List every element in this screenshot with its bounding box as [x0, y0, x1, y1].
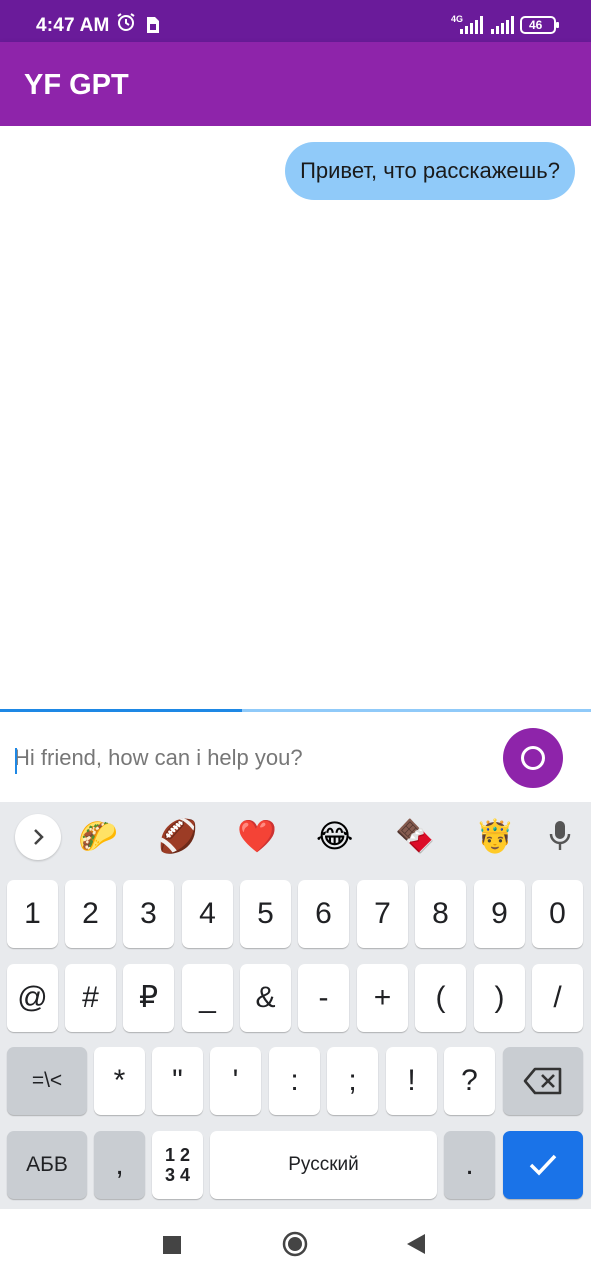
back-icon[interactable]	[406, 1233, 426, 1260]
record-icon	[521, 746, 545, 770]
symbols-page-top: 1 2	[164, 1145, 191, 1165]
key-close-paren[interactable]: )	[474, 964, 525, 1032]
chat-list[interactable]: Привет, что расскажешь?	[0, 126, 591, 710]
key-question[interactable]: ?	[444, 1047, 495, 1115]
key-2[interactable]: 2	[65, 880, 116, 948]
app-title: YF GPT	[24, 69, 129, 101]
key-double-quote[interactable]: "	[152, 1047, 203, 1115]
key-comma[interactable]: ,	[94, 1131, 145, 1199]
key-underscore[interactable]: _	[182, 964, 233, 1032]
key-hash[interactable]: #	[65, 964, 116, 1032]
key-6[interactable]: 6	[298, 880, 349, 948]
key-plus[interactable]: +	[357, 964, 408, 1032]
text-cursor	[15, 748, 17, 774]
user-message-bubble: Привет, что расскажешь?	[285, 142, 575, 200]
signal-icon	[458, 16, 484, 39]
suggestion-strip: 🌮 🏈 ❤️ 😂 🍫 🤴	[0, 802, 591, 872]
suggestion-emoji[interactable]: 🤴	[475, 816, 515, 856]
suggestion-emoji[interactable]: 🍫	[395, 816, 435, 856]
language-switch-key[interactable]: АБВ	[7, 1131, 87, 1199]
expand-button[interactable]	[15, 814, 61, 860]
key-8[interactable]: 8	[415, 880, 466, 948]
message-input-row	[0, 712, 591, 802]
key-single-quote[interactable]: '	[210, 1047, 261, 1115]
key-minus[interactable]: -	[298, 964, 349, 1032]
microphone-icon[interactable]	[548, 820, 572, 857]
symbols-page-bottom: 3 4	[164, 1165, 191, 1185]
backspace-icon	[523, 1067, 562, 1095]
chevron-right-icon	[34, 829, 44, 845]
key-0[interactable]: 0	[532, 880, 583, 948]
key-at[interactable]: @	[7, 964, 58, 1032]
message-input[interactable]	[14, 740, 484, 776]
key-open-paren[interactable]: (	[415, 964, 466, 1032]
battery-level: 46	[529, 18, 543, 32]
key-semicolon[interactable]: ;	[327, 1047, 378, 1115]
app-bar: YF GPT	[0, 42, 591, 126]
navigation-bar	[0, 1209, 591, 1280]
sim-icon	[146, 16, 160, 39]
key-1[interactable]: 1	[7, 880, 58, 948]
symbols-page-key[interactable]: 1 2 3 4	[152, 1131, 203, 1199]
backspace-key[interactable]	[503, 1047, 583, 1115]
suggestion-emoji[interactable]: 🌮	[78, 816, 118, 856]
signal-icon	[489, 16, 515, 39]
space-key[interactable]: Русский	[210, 1131, 437, 1199]
keyboard: 🌮 🏈 ❤️ 😂 🍫 🤴 1 2 3 4 5 6 7 8 9 0 @ # ₽ _…	[0, 802, 591, 1209]
status-time: 4:47 AM	[36, 15, 110, 36]
key-exclamation[interactable]: !	[386, 1047, 437, 1115]
more-symbols-key[interactable]: =\<	[7, 1047, 87, 1115]
status-bar: 4:47 AM 4G 46	[0, 0, 591, 42]
record-button[interactable]	[503, 728, 563, 788]
key-ampersand[interactable]: &	[240, 964, 291, 1032]
recents-icon[interactable]	[163, 1236, 181, 1259]
home-icon[interactable]	[282, 1231, 308, 1262]
key-5[interactable]: 5	[240, 880, 291, 948]
key-9[interactable]: 9	[474, 880, 525, 948]
key-slash[interactable]: /	[532, 964, 583, 1032]
suggestion-emoji[interactable]: ❤️	[237, 816, 277, 856]
alarm-icon	[116, 12, 136, 37]
key-3[interactable]: 3	[123, 880, 174, 948]
key-colon[interactable]: :	[269, 1047, 320, 1115]
suggestion-emoji[interactable]: 🏈	[158, 816, 198, 856]
suggestion-emoji[interactable]: 😂	[316, 816, 353, 856]
key-asterisk[interactable]: *	[94, 1047, 145, 1115]
enter-key[interactable]	[503, 1131, 583, 1199]
key-ruble[interactable]: ₽	[123, 964, 174, 1032]
key-7[interactable]: 7	[357, 880, 408, 948]
key-4[interactable]: 4	[182, 880, 233, 948]
key-period[interactable]: .	[444, 1131, 495, 1199]
checkmark-icon	[529, 1154, 557, 1176]
